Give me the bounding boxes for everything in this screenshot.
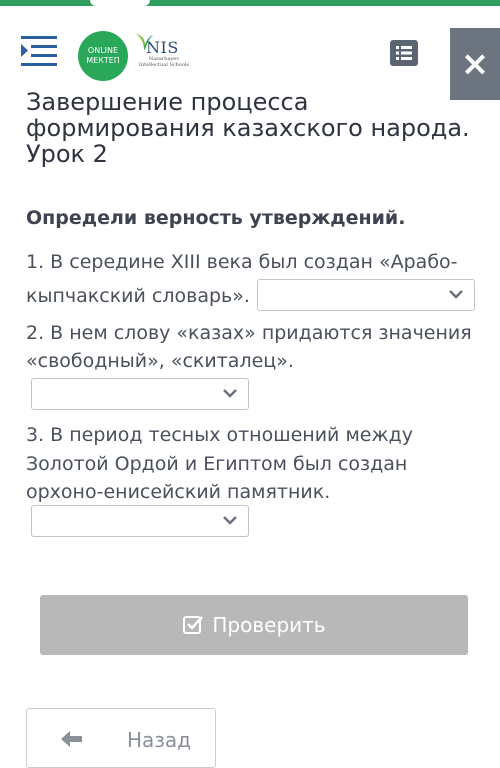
instruction-text: Определи верность утверждений. <box>26 207 406 229</box>
nis-logo-text: NIS <box>146 38 179 57</box>
page-title: Завершение процесса формирования казахск… <box>26 88 470 168</box>
chevron-down-icon <box>223 389 237 398</box>
menu-icon[interactable] <box>19 32 59 72</box>
check-button[interactable]: Проверить <box>40 595 468 655</box>
check-button-label: Проверить <box>212 613 326 637</box>
statement-1-select[interactable] <box>257 279 475 311</box>
statement-3-line1: 3. В период тесных отношений между <box>26 424 413 446</box>
chevron-down-icon <box>223 516 237 525</box>
chevron-down-icon <box>449 290 463 299</box>
statement-3-select[interactable] <box>31 505 249 537</box>
statement-2-line2: «свободный», «скиталец». <box>26 350 294 372</box>
checkbox-icon <box>183 616 204 634</box>
arrow-left-icon <box>61 731 82 747</box>
header: ONLINE МЕКТЕП NIS Nazarbayev Intellectua… <box>0 6 500 90</box>
close-icon: × <box>460 44 490 84</box>
statement-1-line1: 1. В середине XIII века был создан «Араб… <box>26 251 458 273</box>
statement-3-line3: орхоно-енисейский памятник. <box>26 481 331 503</box>
nis-logo-subtitle: Nazarbayev Intellectual Schools <box>138 56 190 68</box>
back-button-label: Назад <box>127 728 192 752</box>
online-mektep-logo: ONLINE МЕКТЕП <box>78 31 128 81</box>
statement-2-line1: 2. В нем слову «казах» придаются значени… <box>26 322 472 344</box>
logo-online-line2: МЕКТЕП <box>86 56 120 65</box>
back-button[interactable]: Назад <box>26 708 216 768</box>
statement-3-line2: Золотой Ордой и Египтом был создан <box>26 453 408 475</box>
statement-1-line2: кыпчакский словарь». <box>26 285 250 307</box>
list-icon[interactable] <box>390 40 418 66</box>
logo-online-line1: ONLINE <box>87 46 119 55</box>
statement-2-select[interactable] <box>31 378 249 410</box>
nis-logo: NIS Nazarbayev Intellectual Schools <box>132 28 192 82</box>
